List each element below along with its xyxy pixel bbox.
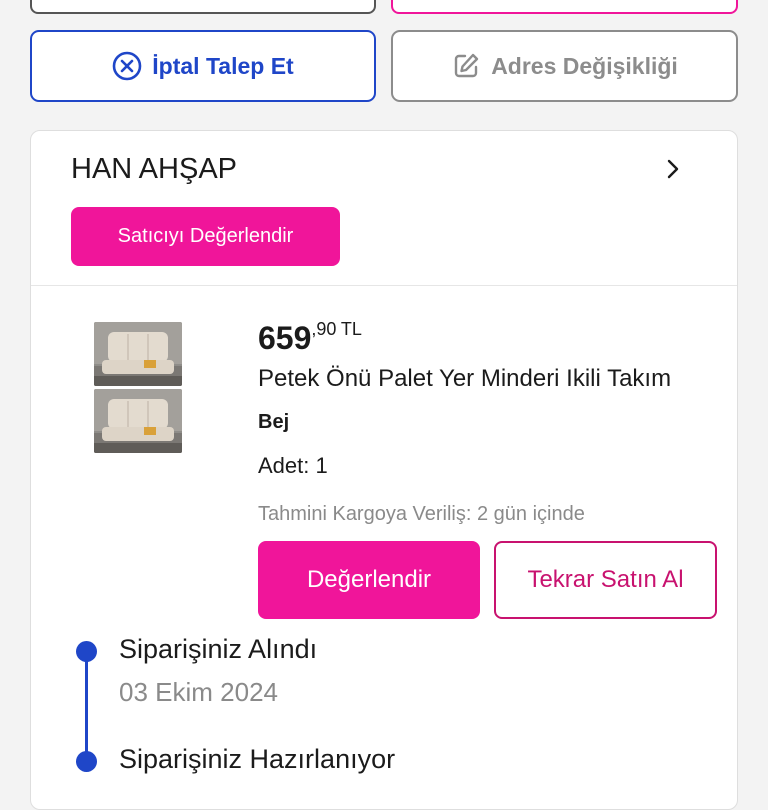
product-variant: Bej [258,411,290,433]
product-image[interactable] [94,322,182,386]
rate-product-button[interactable]: Değerlendir [258,541,480,619]
top-left-button[interactable] [30,0,376,14]
timeline-dot [76,641,97,662]
cancel-request-label: İptal Talep Et [152,52,294,79]
rate-product-label: Değerlendir [306,566,432,593]
rate-seller-label: Satıcıyı Değerlendir [117,225,294,247]
product-quantity: Adet: 1 [258,453,328,478]
price-decimal: ,90 [311,319,337,339]
rate-seller-button[interactable]: Satıcıyı Değerlendir [71,207,340,266]
top-right-button[interactable] [391,0,738,14]
address-change-button[interactable]: Adres Değişikliği [391,30,738,102]
timeline-dot [76,751,97,772]
price-currency: TL [340,319,362,339]
buy-again-button[interactable]: Tekrar Satın Al [494,541,717,619]
product-price: 659,90 TL [258,319,362,357]
product-title[interactable]: Petek Önü Palet Yer Minderi Ikili Takım [258,365,698,393]
timeline-step-title: Siparişiniz Alındı [119,634,318,664]
product-image[interactable] [94,389,182,453]
seller-name[interactable]: HAN AHŞAP [71,153,237,186]
x-circle-icon [112,51,142,81]
address-change-label: Adres Değişikliği [491,52,678,79]
timeline-step-date: 03 Ekim 2024 [119,677,278,707]
shipping-estimate: Tahmini Kargoya Veriliş: 2 gün içinde [258,503,585,525]
price-integer: 659 [258,320,312,356]
order-card: HAN AHŞAP Satıcıyı Değerlendir 659,90 TL… [30,130,738,810]
buy-again-label: Tekrar Satın Al [527,566,684,593]
divider [31,285,737,286]
edit-icon [451,51,481,81]
timeline-step-title: Siparişiniz Hazırlanıyor [119,744,396,774]
cancel-request-button[interactable]: İptal Talep Et [30,30,376,102]
chevron-right-icon[interactable] [663,157,683,186]
